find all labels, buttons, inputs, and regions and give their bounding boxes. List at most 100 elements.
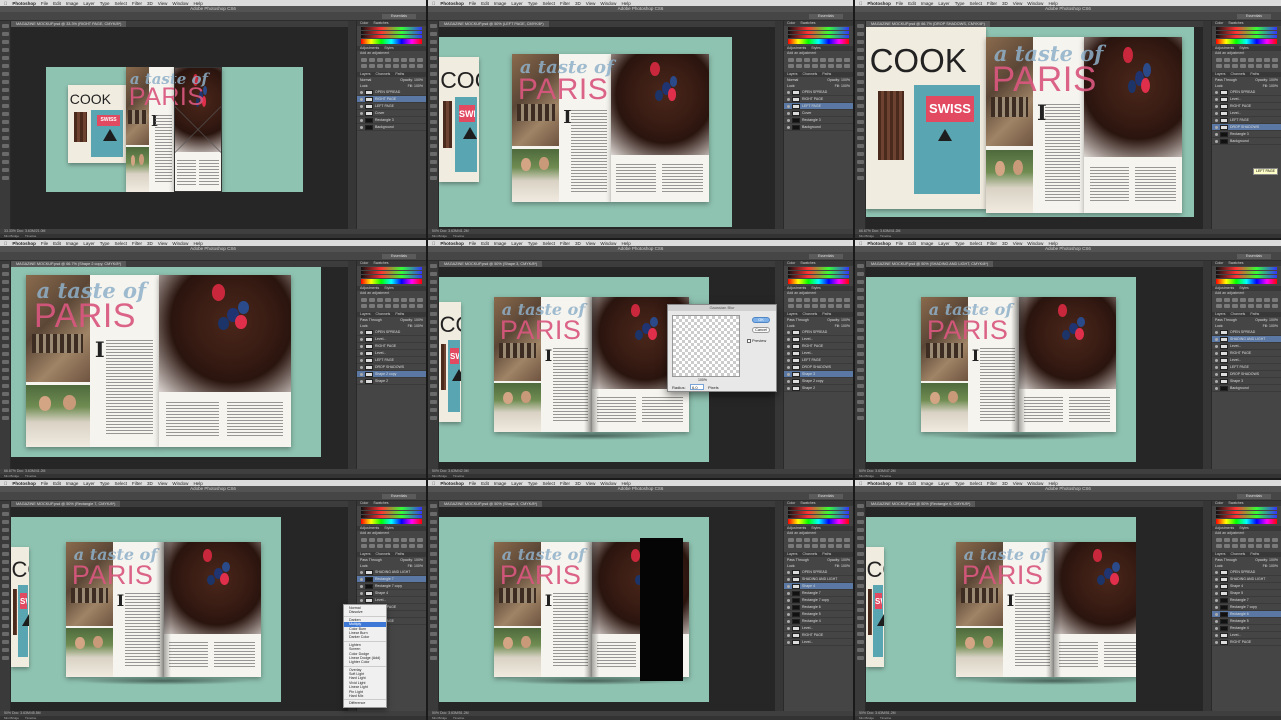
mini-bridge-tab[interactable]: Mini Bridge (4, 716, 19, 720)
adjustment-icon[interactable] (369, 544, 375, 548)
tool-icon[interactable] (857, 136, 864, 140)
adjustment-icon[interactable] (401, 298, 407, 302)
mini-bridge-tab[interactable]: Timeline (880, 474, 891, 478)
layers-panel-tab[interactable]: Channels (376, 72, 391, 76)
tool-icon[interactable] (2, 640, 9, 644)
adjustment-icon[interactable] (1264, 298, 1270, 302)
menubar-item-layer[interactable]: Layer (511, 481, 522, 486)
menubar-item-select[interactable]: Select (542, 241, 555, 246)
layer-row[interactable]: Rectangle 6 (784, 604, 853, 611)
color-spectrum[interactable] (1216, 279, 1277, 284)
adjustment-icon[interactable] (1248, 544, 1254, 548)
visibility-eye-icon[interactable] (1215, 598, 1218, 602)
layer-row[interactable]: Level... (1212, 632, 1281, 639)
adjustment-icon[interactable] (1232, 64, 1238, 68)
menubar-item-select[interactable]: Select (542, 1, 555, 6)
tool-icon[interactable] (857, 320, 864, 324)
menubar-item-help[interactable]: Help (193, 1, 202, 6)
layer-row[interactable]: RIGHT PAGE (357, 343, 426, 350)
adjustment-icon[interactable] (377, 64, 383, 68)
layer-row[interactable]: Level... (357, 350, 426, 357)
menubar-item-view[interactable]: View (158, 241, 168, 246)
tool-icon[interactable] (857, 336, 864, 340)
tool-icon[interactable] (857, 544, 864, 548)
adjustment-icon[interactable] (417, 544, 423, 548)
layer-row[interactable]: OPEN SPREAD (357, 329, 426, 336)
tool-icon[interactable] (857, 112, 864, 116)
visibility-eye-icon[interactable] (787, 97, 790, 101)
visibility-eye-icon[interactable] (360, 337, 363, 341)
mini-bridge-tab[interactable]: Timeline (453, 234, 464, 238)
adjustment-icon[interactable] (796, 58, 802, 62)
color-panel-tab[interactable]: Swatches (800, 501, 815, 505)
visibility-eye-icon[interactable] (1215, 379, 1218, 383)
layers-panel-tab[interactable]: Paths (1250, 312, 1259, 316)
menubar-item-layer[interactable]: Layer (511, 1, 522, 6)
visibility-eye-icon[interactable] (360, 379, 363, 383)
tool-icon[interactable] (857, 616, 864, 620)
menubar-item-view[interactable]: View (1013, 481, 1023, 486)
menubar-item-file[interactable]: File (469, 1, 476, 6)
layer-row[interactable]: Rectangle 7 (784, 590, 853, 597)
tool-icon[interactable] (430, 544, 437, 548)
menubar-item-view[interactable]: View (158, 1, 168, 6)
tool-icon[interactable] (430, 176, 437, 180)
color-slider[interactable] (788, 271, 849, 274)
layers-panel-tab[interactable]: Channels (803, 552, 818, 556)
adjustment-icon[interactable] (836, 538, 842, 542)
tool-icon[interactable] (2, 576, 9, 580)
tool-icon[interactable] (430, 152, 437, 156)
layer-row[interactable]: Rectangle 5 (1212, 618, 1281, 625)
adjustment-icon[interactable] (844, 298, 850, 302)
adjustment-icon[interactable] (1248, 304, 1254, 308)
layer-row[interactable]: Rectangle 7 copy (357, 583, 426, 590)
visibility-eye-icon[interactable] (360, 351, 363, 355)
tool-icon[interactable] (2, 560, 9, 564)
adjustments-tab[interactable]: Styles (1239, 526, 1249, 530)
workspace-selector[interactable]: Essentials (382, 14, 416, 19)
adjustment-icon[interactable] (796, 298, 802, 302)
adjustments-tab[interactable]: Styles (384, 286, 394, 290)
tool-icon[interactable] (2, 528, 9, 532)
tool-icon[interactable] (430, 504, 437, 508)
tool-icon[interactable] (857, 368, 864, 372)
adjustment-icon[interactable] (361, 538, 367, 542)
mini-bridge-tab[interactable]: Timeline (453, 716, 464, 720)
tool-icon[interactable] (430, 160, 437, 164)
color-spectrum[interactable] (1216, 519, 1277, 524)
menubar-item-edit[interactable]: Edit (481, 481, 489, 486)
tool-icon[interactable] (2, 552, 9, 556)
menubar-item-window[interactable]: Window (172, 1, 188, 6)
adjustment-icon[interactable] (836, 58, 842, 62)
menubar-item-edit[interactable]: Edit (908, 241, 916, 246)
visibility-eye-icon[interactable] (787, 570, 790, 574)
adjustment-icon[interactable] (361, 304, 367, 308)
adjustment-icon[interactable] (1272, 304, 1278, 308)
layer-row[interactable]: LEFT PAGE (784, 357, 853, 364)
adjustments-tab[interactable]: Styles (811, 46, 821, 50)
menubar-item-filter[interactable]: Filter (132, 481, 142, 486)
tool-icon[interactable] (430, 328, 437, 332)
visibility-eye-icon[interactable] (1215, 139, 1218, 143)
document-canvas[interactable]: COOKSWISSIa taste ofPARIS (439, 27, 775, 229)
adjustment-icon[interactable] (1232, 304, 1238, 308)
color-spectrum[interactable] (788, 39, 849, 44)
tool-icon[interactable] (857, 144, 864, 148)
adjustment-icon[interactable] (385, 538, 391, 542)
tool-icon[interactable] (857, 312, 864, 316)
color-slider[interactable] (361, 27, 422, 30)
adjustment-icon[interactable] (820, 64, 826, 68)
adjustments-tab[interactable]: Adjustments (1215, 526, 1234, 530)
visibility-eye-icon[interactable] (787, 633, 790, 637)
adjustment-icon[interactable] (1272, 64, 1278, 68)
adjustment-icon[interactable] (1224, 58, 1230, 62)
color-slider[interactable] (788, 31, 849, 34)
tool-icon[interactable] (2, 584, 9, 588)
tool-icon[interactable] (2, 272, 9, 276)
menubar-item-edit[interactable]: Edit (481, 241, 489, 246)
layer-row[interactable]: Shape 2 (357, 378, 426, 385)
layer-row[interactable]: Rectangle 3 (1212, 131, 1281, 138)
adjustment-icon[interactable] (1272, 544, 1278, 548)
menubar-item-filter[interactable]: Filter (132, 241, 142, 246)
fill-field[interactable]: Fill: 100% (408, 323, 423, 329)
